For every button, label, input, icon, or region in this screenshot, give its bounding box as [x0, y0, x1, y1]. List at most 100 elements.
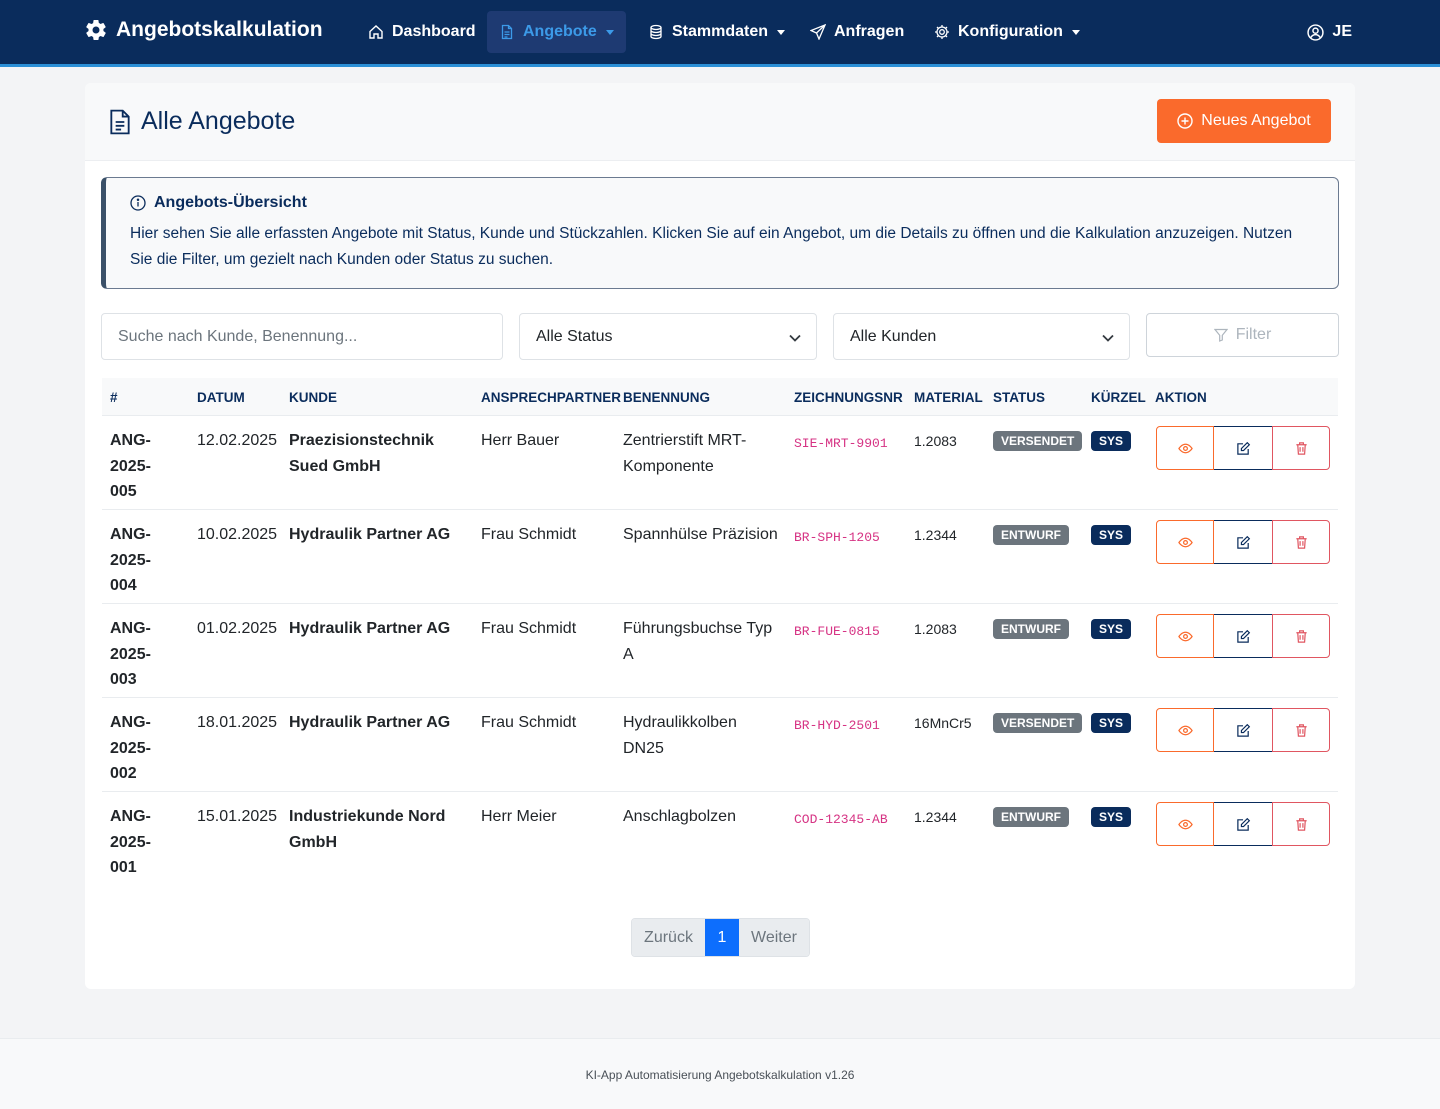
status-badge: ENTWURF	[993, 619, 1069, 639]
user-menu[interactable]: JE	[1307, 11, 1352, 53]
delete-button[interactable]	[1272, 520, 1330, 564]
nav-stammdaten[interactable]: Stammdaten	[636, 11, 797, 53]
view-button[interactable]	[1156, 614, 1214, 658]
cell-kunde: Industriekunde Nord GmbH	[289, 808, 446, 851]
cell-zeichnungsnr: SIE-MRT-9901	[794, 436, 888, 451]
trash-icon	[1295, 535, 1307, 549]
row-actions	[1156, 802, 1330, 846]
cell-id: ANG-2025-005	[110, 432, 151, 501]
view-button[interactable]	[1156, 520, 1214, 564]
user-initials: JE	[1332, 23, 1352, 40]
nav-angebote-label: Angebote	[523, 23, 597, 40]
customer-select[interactable]: Alle Kunden	[833, 313, 1130, 360]
status-select[interactable]: Alle Status	[519, 313, 817, 360]
app-brand[interactable]: Angebotskalkulation	[84, 18, 323, 42]
table-row[interactable]: ANG-2025-005 12.02.2025 Praezisionstechn…	[102, 416, 1338, 510]
header-zeichnungsnr: ZEICHNUNGSNR	[794, 390, 903, 405]
search-input[interactable]	[101, 313, 503, 360]
cell-material: 1.2083	[914, 433, 957, 449]
cell-datum: 01.02.2025	[197, 620, 278, 637]
top-navbar: Angebotskalkulation Dashboard Angebote S…	[0, 0, 1440, 67]
delete-button[interactable]	[1272, 708, 1330, 752]
database-icon	[650, 24, 662, 40]
nav-dashboard[interactable]: Dashboard	[356, 11, 488, 53]
delete-button[interactable]	[1272, 614, 1330, 658]
pagination-next[interactable]: Weiter	[739, 919, 809, 956]
new-offer-button[interactable]: Neues Angebot	[1157, 99, 1331, 143]
pagination-prev[interactable]: Zurück	[632, 919, 705, 956]
cell-kunde: Hydraulik Partner AG	[289, 620, 451, 637]
header-aktion: AKTION	[1155, 390, 1207, 405]
table-row[interactable]: ANG-2025-001 15.01.2025 Industriekunde N…	[102, 792, 1338, 886]
header-kuerzel: KÜRZEL	[1091, 390, 1146, 405]
chevron-down-icon	[1102, 334, 1114, 342]
header-id: #	[110, 390, 118, 405]
kuerzel-badge: SYS	[1091, 525, 1132, 545]
row-actions	[1156, 614, 1330, 658]
table-row[interactable]: ANG-2025-003 01.02.2025 Hydraulik Partne…	[102, 604, 1338, 698]
header-kunde: KUNDE	[289, 390, 338, 405]
cell-datum: 10.02.2025	[197, 526, 278, 543]
cell-kunde: Hydraulik Partner AG	[289, 526, 451, 543]
cell-benennung: Spannhülse Präzision	[623, 526, 778, 543]
edit-button[interactable]	[1214, 520, 1272, 564]
chevron-down-icon	[789, 334, 801, 342]
view-button[interactable]	[1156, 802, 1214, 846]
table-row[interactable]: ANG-2025-002 18.01.2025 Hydraulik Partne…	[102, 698, 1338, 792]
nav-stammdaten-label: Stammdaten	[672, 23, 769, 40]
cell-id: ANG-2025-001	[110, 808, 151, 877]
edit-icon	[1236, 723, 1250, 737]
kuerzel-badge: SYS	[1091, 619, 1132, 639]
cell-zeichnungsnr: BR-FUE-0815	[794, 624, 880, 639]
delete-button[interactable]	[1272, 426, 1330, 470]
document-icon	[110, 109, 130, 134]
caret-down-icon	[605, 29, 614, 35]
gear-icon	[86, 20, 106, 41]
nav-angebote[interactable]: Angebote	[487, 11, 626, 53]
row-actions	[1156, 520, 1330, 564]
status-select-value: Alle Status	[536, 327, 613, 345]
cell-ansprechpartner: Herr Bauer	[481, 432, 560, 449]
edit-button[interactable]	[1214, 802, 1272, 846]
edit-icon	[1236, 535, 1250, 549]
eye-icon	[1177, 443, 1193, 453]
caret-down-icon	[777, 29, 786, 35]
header-status: STATUS	[993, 390, 1045, 405]
cell-benennung: Anschlagbolzen	[623, 808, 736, 825]
edit-button[interactable]	[1214, 708, 1272, 752]
nav-konfiguration[interactable]: Konfiguration	[922, 11, 1092, 53]
trash-icon	[1295, 817, 1307, 831]
view-button[interactable]	[1156, 708, 1214, 752]
nav-dashboard-label: Dashboard	[392, 23, 476, 40]
new-offer-label: Neues Angebot	[1201, 112, 1311, 129]
info-text: Hier sehen Sie alle erfassten Angebote m…	[130, 225, 1293, 268]
footer: KI-App Automatisierung Angebotskalkulati…	[0, 1038, 1440, 1109]
edit-button[interactable]	[1214, 614, 1272, 658]
edit-icon	[1236, 817, 1250, 831]
info-title: Angebots-Übersicht	[130, 194, 1314, 212]
pagination-page-current[interactable]: 1	[705, 919, 739, 956]
view-button[interactable]	[1156, 426, 1214, 470]
table-row[interactable]: ANG-2025-004 10.02.2025 Hydraulik Partne…	[102, 510, 1338, 604]
caret-down-icon	[1071, 29, 1080, 35]
cell-benennung: Hydraulikkolben DN25	[623, 714, 737, 757]
kuerzel-badge: SYS	[1091, 807, 1132, 827]
kuerzel-badge: SYS	[1091, 713, 1132, 733]
delete-button[interactable]	[1272, 802, 1330, 846]
cell-datum: 15.01.2025	[197, 808, 278, 825]
nav-anfragen[interactable]: Anfragen	[798, 11, 916, 53]
send-icon	[810, 24, 826, 40]
document-icon	[501, 24, 513, 40]
plus-circle-icon	[1177, 113, 1193, 129]
cell-ansprechpartner: Frau Schmidt	[481, 620, 577, 637]
cell-ansprechpartner: Frau Schmidt	[481, 714, 577, 731]
cell-kunde: Hydraulik Partner AG	[289, 714, 451, 731]
filter-button-label: Filter	[1235, 326, 1272, 343]
cell-ansprechpartner: Herr Meier	[481, 808, 557, 825]
cell-kunde: Praezisionstechnik Sued GmbH	[289, 432, 434, 475]
cell-id: ANG-2025-004	[110, 526, 151, 595]
eye-icon	[1177, 537, 1193, 547]
edit-button[interactable]	[1214, 426, 1272, 470]
filter-button[interactable]: Filter	[1146, 313, 1339, 357]
status-badge: ENTWURF	[993, 525, 1069, 545]
